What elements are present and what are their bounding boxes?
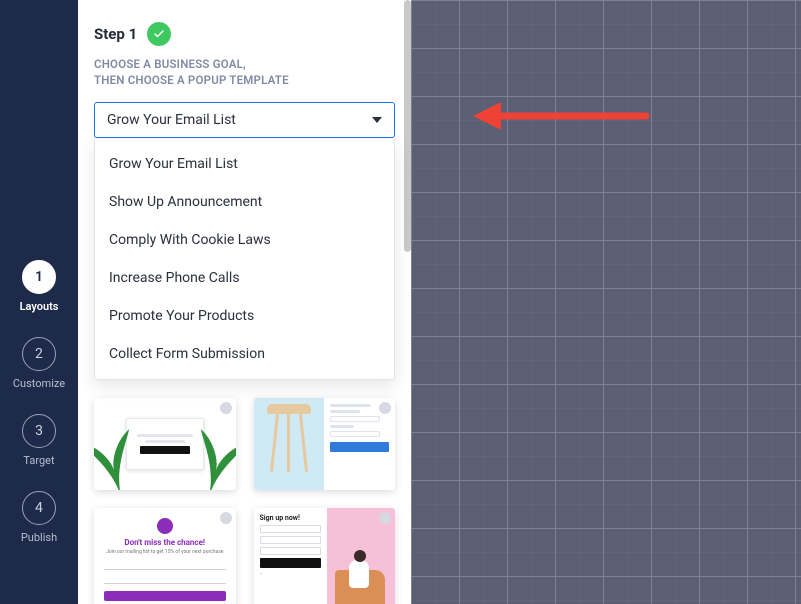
step-title: Step 1 (94, 25, 137, 43)
template-card[interactable]: Don't miss the chance! Join our mailing … (94, 508, 236, 604)
nav-step-layouts[interactable]: 1 Layouts (20, 260, 59, 313)
subtitle-line: THEN CHOOSE A POPUP TEMPLATE (94, 73, 289, 87)
app-root: 1 Layouts 2 Customize 3 Target 4 Publish… (0, 0, 801, 604)
annotation-arrow-icon (471, 96, 651, 136)
dropdown-option[interactable]: Promote Your Products (95, 297, 394, 335)
thumb-headline: Sign up now! (260, 514, 322, 522)
step-header: Step 1 (94, 22, 395, 46)
nav-step-label: Target (23, 454, 54, 467)
editor-canvas[interactable] (411, 0, 801, 604)
nav-step-target[interactable]: 3 Target (22, 414, 56, 467)
dropdown-option[interactable]: Collect Form Submission (95, 335, 394, 373)
dropdown-option[interactable]: Grow Your Email List (95, 145, 394, 183)
brand-logo-icon (157, 518, 173, 534)
step-subtitle: CHOOSE A BUSINESS GOAL, THEN CHOOSE A PO… (94, 56, 395, 88)
nav-step-customize[interactable]: 2 Customize (13, 337, 65, 390)
nav-step-publish[interactable]: 4 Publish (21, 491, 57, 544)
thumb-imagery (254, 398, 325, 490)
thumb-subtext: Join our mailing list to get 15% of your… (106, 549, 223, 555)
wizard-nav: 1 Layouts 2 Customize 3 Target 4 Publish (0, 0, 78, 604)
dropdown-option[interactable]: Increase Phone Calls (95, 259, 394, 297)
close-icon (220, 512, 232, 524)
nav-step-number: 3 (22, 414, 56, 448)
thumb-form: Sign up now! — (254, 508, 328, 604)
config-panel: Step 1 CHOOSE A BUSINESS GOAL, THEN CHOO… (78, 0, 411, 604)
goal-dropdown-menu: Grow Your Email List Show Up Announcemen… (94, 139, 395, 380)
nav-step-number: 2 (22, 337, 56, 371)
nav-step-label: Layouts (20, 300, 59, 313)
panel-scrollbar[interactable] (404, 0, 411, 252)
template-card[interactable] (254, 398, 396, 490)
thumb-headline: Don't miss the chance! (124, 538, 205, 547)
nav-step-label: Publish (21, 531, 57, 544)
dropdown-option[interactable]: Show Up Announcement (95, 183, 394, 221)
close-icon (220, 402, 232, 414)
dropdown-value: Grow Your Email List (107, 112, 236, 128)
nav-step-number: 4 (22, 491, 56, 525)
check-icon (147, 22, 171, 46)
template-card[interactable] (94, 398, 236, 490)
template-grid: Don't miss the chance! Join our mailing … (94, 398, 395, 604)
template-card[interactable]: Sign up now! — (254, 508, 396, 604)
subtitle-line: CHOOSE A BUSINESS GOAL, (94, 57, 246, 71)
nav-step-label: Customize (13, 377, 65, 390)
chevron-down-icon (372, 117, 382, 123)
dropdown-option[interactable]: Comply With Cookie Laws (95, 221, 394, 259)
nav-step-number: 1 (22, 260, 56, 294)
goal-dropdown-wrap: Grow Your Email List Grow Your Email Lis… (94, 102, 395, 138)
goal-dropdown[interactable]: Grow Your Email List (94, 102, 395, 138)
